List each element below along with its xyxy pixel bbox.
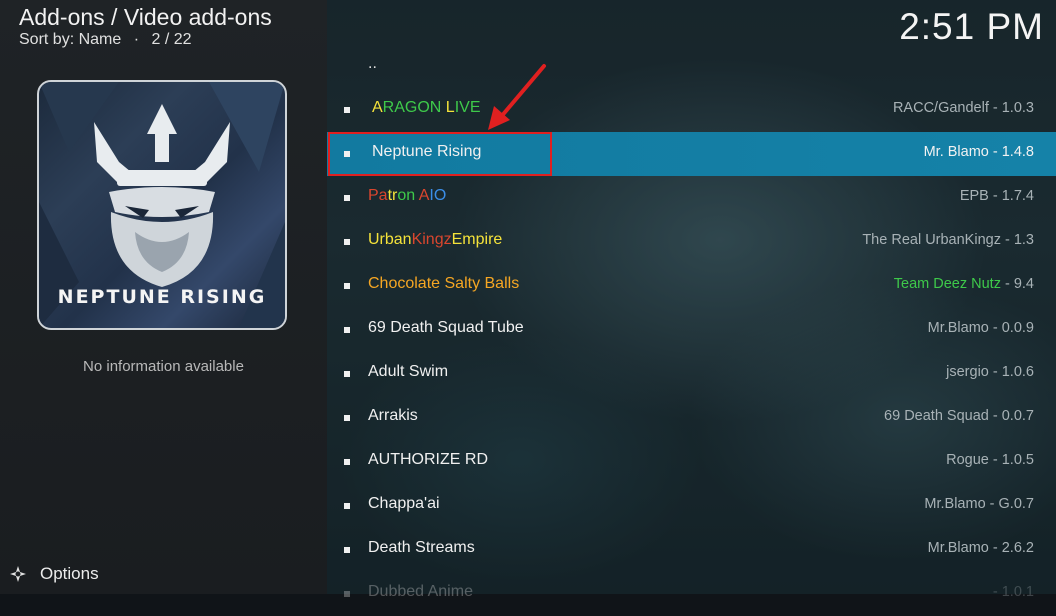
addon-author-version: Team Deez Nutz - 9.4 [894, 276, 1034, 292]
addon-name-part: IVE [454, 99, 481, 116]
addon-author-version: The Real UrbanKingz - 1.3 [862, 232, 1034, 248]
addon-name: Adult Swim [368, 363, 449, 380]
page-title: Add-ons / Video add-ons [19, 4, 272, 30]
highlight-box [328, 132, 552, 176]
bullet-icon [344, 503, 350, 509]
options-label: Options [40, 564, 99, 583]
addon-name: ARAGON LIVE [372, 99, 481, 117]
addon-name-part: Empire [451, 231, 503, 248]
sort-separator: · [133, 31, 140, 48]
addon-name-part: tr [387, 187, 398, 204]
addon-name-part: Kingz [411, 231, 452, 248]
addon-name-part: RAGON [382, 99, 446, 116]
list-item[interactable]: Arrakis 69 Death Squad - 0.0.7 [327, 396, 1056, 440]
bullet-icon [344, 327, 350, 333]
addon-author-version: 69 Death Squad - 0.0.7 [884, 408, 1034, 424]
addon-name: Death Streams [368, 539, 475, 556]
addon-name: UrbanKingzEmpire [368, 231, 502, 249]
list-item[interactable]: Dubbed Anime - 1.0.1 [327, 572, 1056, 616]
addon-name: Chappa'ai [368, 495, 440, 512]
bullet-icon [344, 107, 350, 113]
red-arrow-icon [488, 64, 546, 130]
list-item[interactable]: AUTHORIZE RD Rogue - 1.0.5 [327, 440, 1056, 484]
parent-folder-item[interactable]: .. [368, 55, 377, 73]
bullet-icon [344, 283, 350, 289]
list-item[interactable]: Adult Swim jsergio - 1.0.6 [327, 352, 1056, 396]
addon-name: Patron AIO [368, 187, 446, 205]
list-item[interactable]: Chappa'ai Mr.Blamo - G.0.7 [327, 484, 1056, 528]
info-text: No information available [83, 358, 244, 375]
addon-author-version: Mr.Blamo - G.0.7 [924, 496, 1034, 512]
addon-name-part: Urban [368, 231, 412, 248]
thumbnail-title: NEPTUNE RISING [57, 286, 267, 308]
addon-name: Chocolate Salty Balls [368, 275, 519, 293]
bullet-icon [344, 415, 350, 421]
bullet-icon [344, 459, 350, 465]
bullet-icon [344, 239, 350, 245]
addon-name-part: Chocolate Salty Balls [368, 275, 520, 292]
addon-author-version: Mr.Blamo - 0.0.9 [927, 320, 1034, 336]
addon-name: AUTHORIZE RD [368, 451, 488, 468]
addon-name: Arrakis [368, 407, 418, 424]
options-button[interactable]: Options [8, 563, 99, 585]
addon-author-version: RACC/Gandelf - 1.0.3 [892, 100, 1034, 116]
addon-author-version: Mr.Blamo - 2.6.2 [927, 540, 1034, 556]
addon-name: Dubbed Anime [368, 583, 473, 600]
addon-name-part: IO [429, 187, 447, 204]
bullet-icon [344, 547, 350, 553]
addon-meta-part: - 9.4 [1000, 276, 1034, 292]
list-item[interactable]: Death Streams Mr.Blamo - 2.6.2 [327, 528, 1056, 572]
bullet-icon [344, 195, 350, 201]
addon-meta-part: Team Deez Nutz [893, 276, 1001, 292]
addon-author-version: Rogue - 1.0.5 [946, 452, 1034, 468]
addon-name-part: A [372, 99, 383, 116]
item-position: 2 / 22 [151, 31, 192, 48]
list-item[interactable]: Patron AIO EPB - 1.7.4 [327, 176, 1056, 220]
addon-author-version: - 1.0.1 [992, 584, 1034, 600]
addon-author-version: EPB - 1.7.4 [959, 188, 1034, 204]
sort-label: Sort by: Name [19, 31, 122, 48]
addon-thumbnail: NEPTUNE RISING [37, 80, 287, 330]
addon-name: 69 Death Squad Tube [368, 319, 524, 336]
sort-info[interactable]: Sort by: Name · 2 / 22 [19, 31, 192, 49]
list-item[interactable]: 69 Death Squad Tube Mr.Blamo - 0.0.9 [327, 308, 1056, 352]
addon-name-part: Pa [368, 187, 388, 204]
options-icon [10, 566, 26, 582]
addon-name-part: L [445, 99, 455, 116]
addon-name-part: A [415, 187, 430, 204]
addon-author-version: Mr. Blamo - 1.4.8 [923, 144, 1034, 160]
bullet-icon [344, 371, 350, 377]
list-item[interactable]: Chocolate Salty Balls Team Deez Nutz - 9.… [327, 264, 1056, 308]
addon-name-part: on [397, 187, 416, 204]
list-item[interactable]: ARAGON LIVE RACC/Gandelf - 1.0.3 [327, 88, 1056, 132]
list-item[interactable]: UrbanKingzEmpire The Real UrbanKingz - 1.… [327, 220, 1056, 264]
addon-author-version: jsergio - 1.0.6 [946, 364, 1034, 380]
clock: 2:51 PM [899, 6, 1044, 47]
bullet-icon [344, 591, 350, 597]
